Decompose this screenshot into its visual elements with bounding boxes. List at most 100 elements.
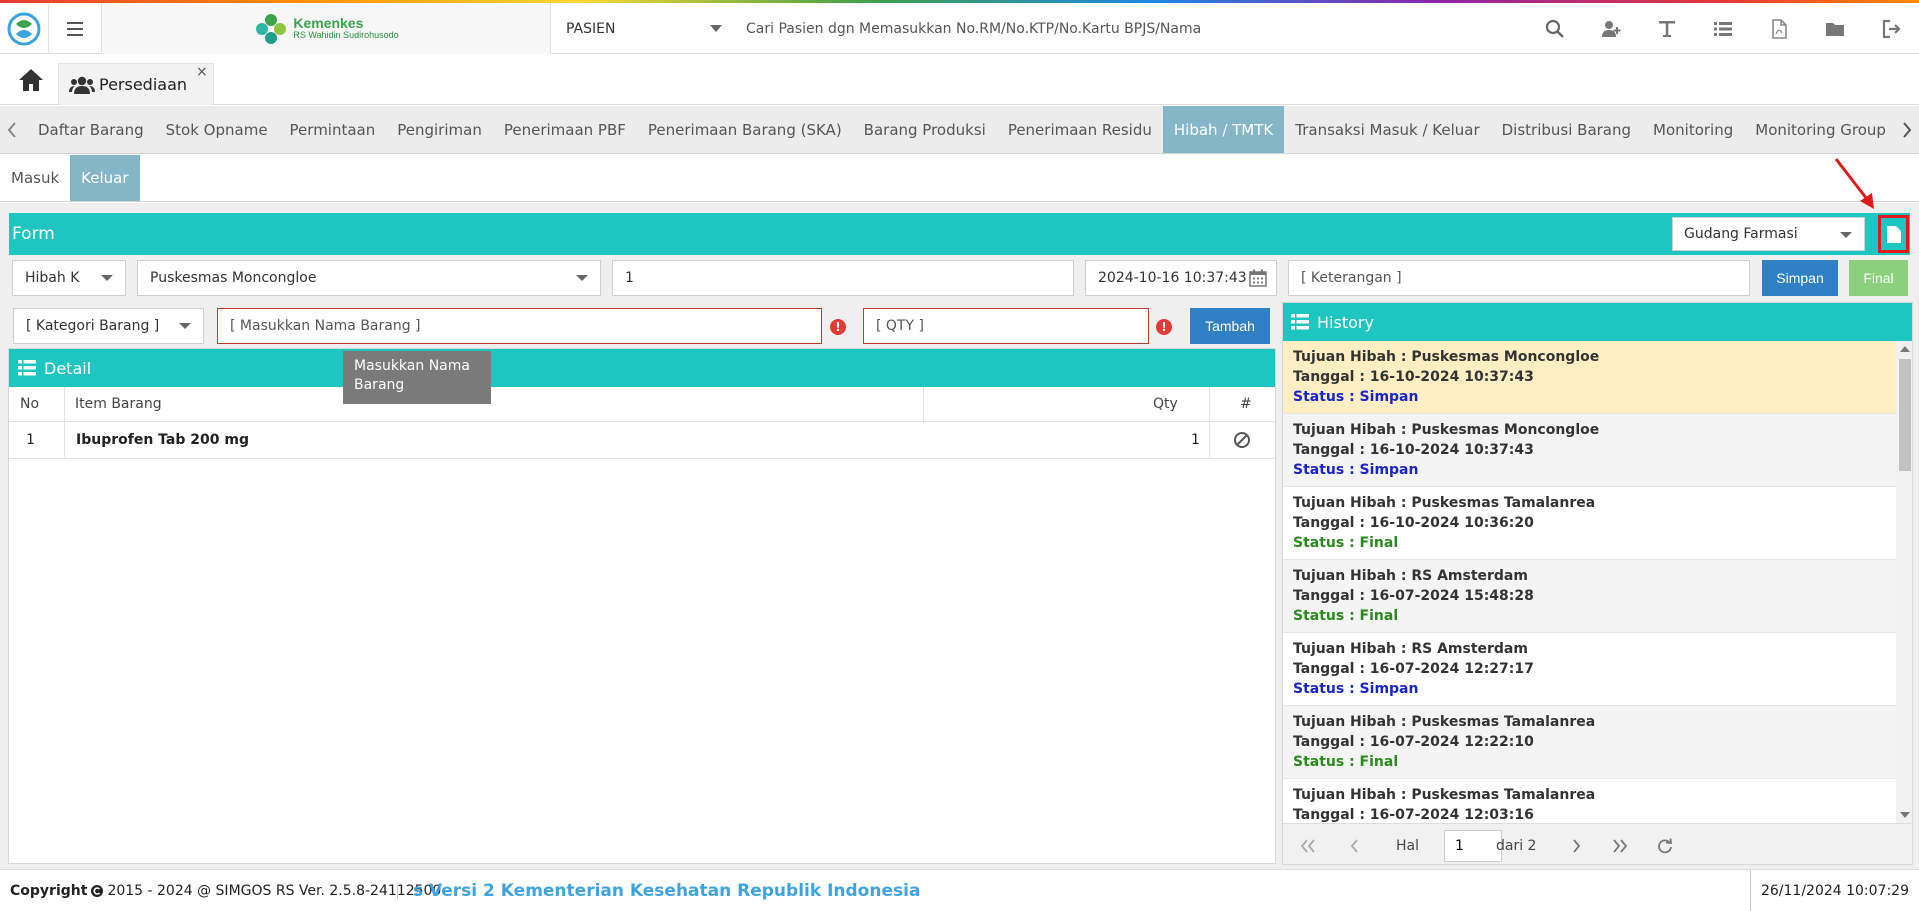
row-item-barang: Ibuprofen Tab 200 mg (76, 432, 249, 448)
prev-page-button[interactable] (1342, 834, 1366, 858)
page-number-input[interactable] (1444, 830, 1502, 862)
warehouse-select[interactable]: Gudang Farmasi (1672, 217, 1865, 251)
tambah-button[interactable]: Tambah (1190, 308, 1270, 344)
detail-table-header: No Item Barang Qty # (9, 387, 1275, 422)
nomor-input[interactable] (612, 260, 1074, 296)
hibah-type-select[interactable]: Hibah K (12, 260, 126, 296)
submenu-item-penerimaan-pbf[interactable]: Penerimaan PBF (493, 106, 637, 153)
history-item[interactable]: Tujuan Hibah : RS Amsterdam Tanggal : 16-… (1283, 633, 1896, 706)
history-pagination: Hal dari 2 (1283, 823, 1912, 864)
scroll-up-icon[interactable] (1900, 346, 1910, 352)
history-item[interactable]: Tujuan Hibah : Puskesmas Tamalanrea Tangg… (1283, 779, 1896, 823)
detail-title: Detail (44, 358, 92, 378)
list-button[interactable] (1695, 3, 1751, 54)
pdf-button[interactable] (1751, 3, 1807, 54)
submenu-item-daftar-barang[interactable]: Daftar Barang (27, 106, 155, 153)
submenu-item-penerimaan-barang-ska[interactable]: Penerimaan Barang (SKA) (637, 106, 853, 153)
column-qty: Qty (1153, 396, 1178, 412)
text-button[interactable] (1639, 3, 1695, 54)
module-tab-persediaan[interactable]: Persediaan (58, 63, 214, 105)
menu-toggle-button[interactable] (49, 3, 102, 54)
header-toolbar (1527, 3, 1919, 54)
close-icon[interactable]: × (196, 65, 208, 79)
module-tab-label: Persediaan (99, 75, 188, 94)
users-icon (69, 76, 95, 94)
app-logo[interactable] (0, 3, 49, 54)
last-page-button[interactable] (1608, 834, 1632, 858)
scroll-down-icon[interactable] (1900, 812, 1910, 818)
history-tujuan: Tujuan Hibah : RS Amsterdam (1293, 641, 1528, 657)
submenu-item-transaksi-masuk-keluar[interactable]: Transaksi Masuk / Keluar (1284, 106, 1490, 153)
tab-masuk[interactable]: Masuk (0, 155, 70, 201)
new-document-button[interactable] (1878, 215, 1909, 253)
copyright-label: Copyright (10, 883, 88, 899)
history-status: Status : Simpan (1293, 462, 1419, 478)
history-item[interactable]: Tujuan Hibah : Puskesmas Moncongloe Tangg… (1283, 341, 1896, 414)
column-item-barang: Item Barang (75, 396, 162, 412)
simpan-button[interactable]: Simpan (1762, 260, 1838, 296)
patient-type-select[interactable]: PASIEN (556, 3, 732, 54)
final-button[interactable]: Final (1849, 260, 1908, 296)
history-item[interactable]: Tujuan Hibah : Puskesmas Tamalanrea Tangg… (1283, 487, 1896, 560)
tujuan-select[interactable]: Puskesmas Moncongloe (137, 260, 601, 296)
cancel-row-button[interactable] (1233, 422, 1251, 458)
history-header: History (1283, 303, 1912, 341)
keterangan-input[interactable] (1288, 260, 1750, 296)
submenu-item-hibah-tmtk[interactable]: Hibah / TMTK (1162, 106, 1285, 153)
scroll-thumb[interactable] (1899, 359, 1911, 471)
chevron-left-icon (7, 122, 16, 138)
submenu-item-stok-opname[interactable]: Stok Opname (155, 106, 279, 153)
tab-keluar[interactable]: Keluar (70, 155, 140, 201)
history-item[interactable]: Tujuan Hibah : Puskesmas Tamalanrea Tangg… (1283, 706, 1896, 779)
history-tanggal: Tanggal : 16-10-2024 10:36:20 (1293, 515, 1534, 531)
tujuan-value: Puskesmas Moncongloe (150, 270, 317, 286)
logout-button[interactable] (1863, 3, 1919, 54)
page-label: Hal (1396, 837, 1419, 854)
warehouse-value: Gudang Farmasi (1684, 226, 1798, 242)
kategori-barang-select[interactable]: [ Kategori Barang ] (13, 308, 204, 344)
form-title: Form (12, 224, 55, 244)
tanggal-input[interactable] (1085, 260, 1277, 296)
next-page-button[interactable] (1565, 834, 1589, 858)
qty-input-field[interactable] (876, 309, 1148, 343)
calendar-icon[interactable] (1249, 269, 1267, 287)
home-button[interactable] (16, 65, 46, 95)
submenu-item-distribusi-barang[interactable]: Distribusi Barang (1491, 106, 1642, 153)
history-item[interactable]: Tujuan Hibah : Puskesmas Moncongloe Tangg… (1283, 414, 1896, 487)
nama-barang-input[interactable] (217, 308, 822, 344)
submenu-item-permintaan[interactable]: Permintaan (279, 106, 387, 153)
document-icon (1886, 225, 1901, 243)
history-panel: History Tujuan Hibah : Puskesmas Moncong… (1282, 302, 1913, 865)
keterangan-input-field[interactable] (1301, 261, 1749, 295)
add-user-icon (1602, 20, 1621, 37)
refresh-button[interactable] (1653, 834, 1677, 858)
submenu-item-pengiriman[interactable]: Pengiriman (386, 106, 493, 153)
chevron-down-icon (710, 25, 722, 32)
ban-icon (1234, 432, 1250, 448)
search-button[interactable] (1527, 3, 1583, 54)
nama-barang-tooltip: Masukkan Nama Barang (343, 351, 491, 404)
qty-input[interactable] (863, 308, 1149, 344)
submenu-item-penerimaan-residu[interactable]: Penerimaan Residu (997, 106, 1163, 153)
history-title: History (1317, 312, 1374, 332)
submenu-item-monitoring[interactable]: Monitoring (1642, 106, 1744, 153)
error-icon: ! (830, 319, 846, 335)
home-icon (19, 69, 43, 91)
history-scrollbar[interactable] (1896, 341, 1912, 823)
history-status: Status : Final (1293, 535, 1399, 551)
nomor-input-field[interactable] (625, 261, 1073, 295)
history-status: Status : Simpan (1293, 389, 1419, 405)
submenu-item-barang-produksi[interactable]: Barang Produksi (853, 106, 997, 153)
footer-divider (397, 883, 398, 899)
submenu-item-monitoring-group[interactable]: Monitoring Group (1744, 106, 1897, 153)
first-page-button[interactable] (1296, 834, 1320, 858)
folder-button[interactable] (1807, 3, 1863, 54)
add-user-button[interactable] (1583, 3, 1639, 54)
history-tujuan: Tujuan Hibah : Puskesmas Tamalanrea (1293, 714, 1596, 730)
scroll-right-button[interactable] (1895, 106, 1919, 153)
nama-barang-input-field[interactable] (230, 309, 821, 343)
history-item[interactable]: Tujuan Hibah : RS Amsterdam Tanggal : 16-… (1283, 560, 1896, 633)
patient-search-input[interactable] (746, 11, 1526, 47)
kategori-barang-value: [ Kategori Barang ] (26, 318, 160, 334)
scroll-left-button[interactable] (0, 106, 24, 153)
